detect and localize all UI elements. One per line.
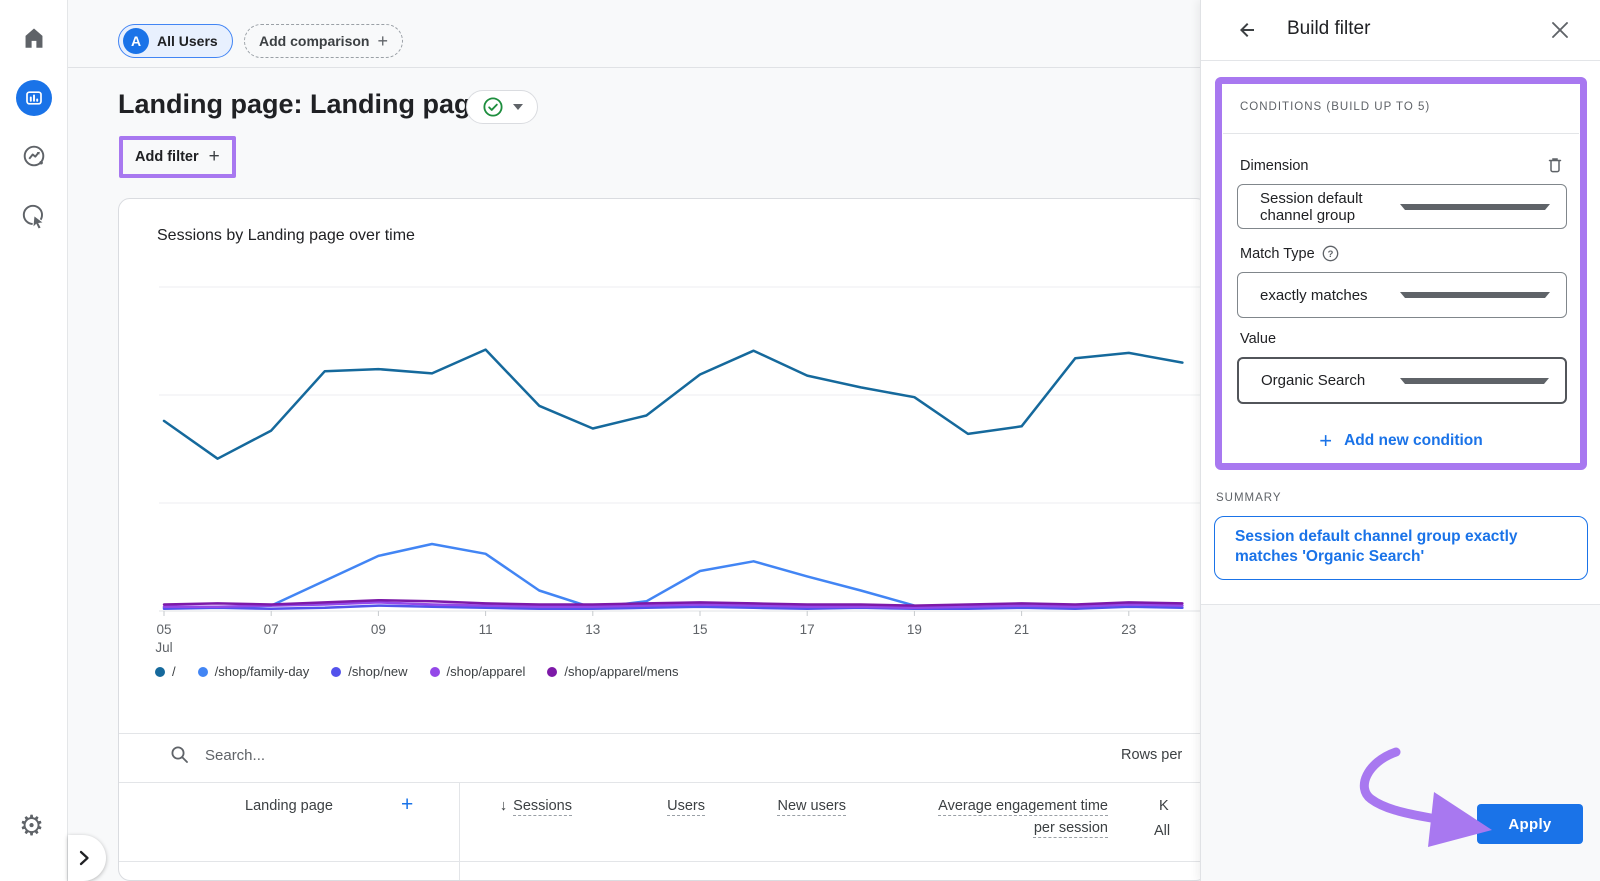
legend-label: /shop/apparel [447, 664, 526, 679]
sidebar-item-home[interactable] [21, 25, 47, 51]
svg-text:23: 23 [1121, 622, 1136, 637]
chevron-down-icon [1400, 204, 1550, 215]
sidebar-item-advertising[interactable] [21, 203, 47, 229]
chevron-right-icon [72, 846, 96, 870]
back-arrow-icon[interactable] [1234, 18, 1258, 42]
green-check-icon [482, 96, 504, 118]
apply-button[interactable]: Apply [1477, 804, 1583, 844]
add-new-condition-button[interactable]: + Add new condition [1215, 428, 1587, 454]
add-comparison-label: Add comparison [259, 33, 369, 49]
legend-label: /shop/family-day [215, 664, 310, 679]
divider [1223, 133, 1579, 134]
legend-label: /shop/new [348, 664, 407, 679]
legend-dot-icon [155, 667, 165, 677]
sidebar-expand-handle[interactable] [68, 835, 106, 881]
divider [1201, 60, 1600, 61]
chevron-down-icon [1400, 378, 1549, 389]
legend-item: / [155, 664, 176, 679]
left-nav-sidebar: ⚙ [0, 0, 68, 881]
sidebar-item-reports[interactable] [16, 80, 52, 116]
match-type-select[interactable]: exactly matches [1237, 272, 1567, 318]
legend-dot-icon [331, 667, 341, 677]
svg-text:19: 19 [907, 622, 922, 637]
ga4-report-screen: ⚙ A All Users Add comparison + Landing p… [0, 0, 1600, 881]
value-label: Value [1240, 331, 1276, 347]
plus-icon: + [377, 31, 388, 52]
panel-footer: Apply [1201, 604, 1600, 881]
summary-heading: SUMMARY [1216, 492, 1282, 504]
svg-text:Jul: Jul [155, 640, 172, 655]
header-divider [68, 67, 1200, 68]
sort-desc-icon: ↓ [500, 795, 507, 817]
svg-text:?: ? [1327, 249, 1333, 260]
all-users-label: All Users [157, 33, 218, 49]
search-icon [169, 744, 191, 766]
plus-icon: + [1319, 428, 1332, 454]
legend-item: /shop/apparel/mens [547, 664, 678, 679]
column-header-key-events-truncated[interactable]: K [1159, 795, 1199, 817]
close-icon[interactable] [1549, 19, 1571, 41]
chart-legend: //shop/family-day/shop/new/shop/apparel/… [155, 664, 679, 679]
rows-per-page-label: Rows per [1121, 747, 1182, 763]
add-comparison-button[interactable]: Add comparison + [244, 24, 403, 58]
column-header-sessions[interactable]: ↓Sessions [462, 795, 572, 817]
panel-title: Build filter [1287, 18, 1370, 40]
filter-summary: Session default channel group exactly ma… [1214, 516, 1588, 580]
bar-chart-icon [24, 88, 44, 108]
page-title: Landing page: Landing page [118, 89, 486, 120]
svg-text:21: 21 [1014, 622, 1029, 637]
all-users-segment-chip[interactable]: A All Users [118, 24, 233, 58]
legend-item: /shop/family-day [198, 664, 310, 679]
legend-dot-icon [198, 667, 208, 677]
dimension-label: Dimension [1240, 158, 1309, 174]
match-type-label: Match Type ? [1240, 245, 1339, 262]
divider [119, 861, 1207, 862]
help-icon[interactable]: ? [1322, 245, 1339, 262]
report-status-chip[interactable] [466, 90, 538, 124]
svg-text:07: 07 [264, 622, 279, 637]
add-filter-button[interactable]: Add filter + [123, 140, 232, 174]
plus-icon: + [209, 146, 220, 168]
legend-item: /shop/apparel [430, 664, 526, 679]
delete-condition-trash-icon[interactable] [1545, 155, 1565, 175]
column-divider [459, 782, 460, 880]
target-cursor-icon [21, 203, 47, 229]
add-column-button[interactable]: + [401, 793, 413, 817]
svg-text:05: 05 [156, 622, 171, 637]
legend-dot-icon [430, 667, 440, 677]
divider [119, 782, 1207, 783]
conditions-heading: CONDITIONS (BUILD UP TO 5) [1240, 101, 1430, 113]
key-events-all-label[interactable]: All [1154, 823, 1170, 839]
landing-page-header-label: Landing page [245, 798, 333, 814]
dimension-select[interactable]: Session default channel group [1237, 184, 1567, 229]
column-header-new-users[interactable]: New users [756, 795, 846, 817]
legend-label: / [172, 664, 176, 679]
chevron-down-icon [1400, 292, 1550, 303]
add-filter-highlight-annotation: Add filter + [119, 136, 236, 178]
value-select[interactable]: Organic Search [1237, 357, 1567, 404]
build-filter-panel: Build filter CONDITIONS (BUILD UP TO 5) … [1200, 0, 1600, 881]
settings-gear-icon[interactable]: ⚙ [19, 812, 44, 840]
svg-text:11: 11 [479, 622, 493, 637]
avatar: A [123, 28, 149, 54]
report-card: Sessions by Landing page over time 05Jul… [118, 198, 1208, 881]
column-header-users[interactable]: Users [595, 795, 705, 817]
svg-text:17: 17 [800, 622, 815, 637]
svg-text:13: 13 [585, 622, 600, 637]
legend-label: /shop/apparel/mens [564, 664, 678, 679]
sessions-line-chart: 05 Jul 07 09 11 13 15 17 19 21 23 [119, 199, 1208, 659]
svg-text:15: 15 [692, 622, 707, 637]
table-search-input[interactable] [205, 742, 585, 768]
legend-dot-icon [547, 667, 557, 677]
sidebar-item-explore[interactable] [21, 143, 47, 169]
divider [119, 733, 1207, 734]
svg-text:09: 09 [371, 622, 386, 637]
legend-item: /shop/new [331, 664, 407, 679]
add-filter-label: Add filter [135, 149, 199, 165]
column-header-avg-engagement[interactable]: Average engagement time per session [928, 795, 1108, 839]
chevron-down-icon [513, 104, 523, 115]
home-icon [21, 25, 47, 51]
trend-arrow-icon [21, 143, 47, 169]
